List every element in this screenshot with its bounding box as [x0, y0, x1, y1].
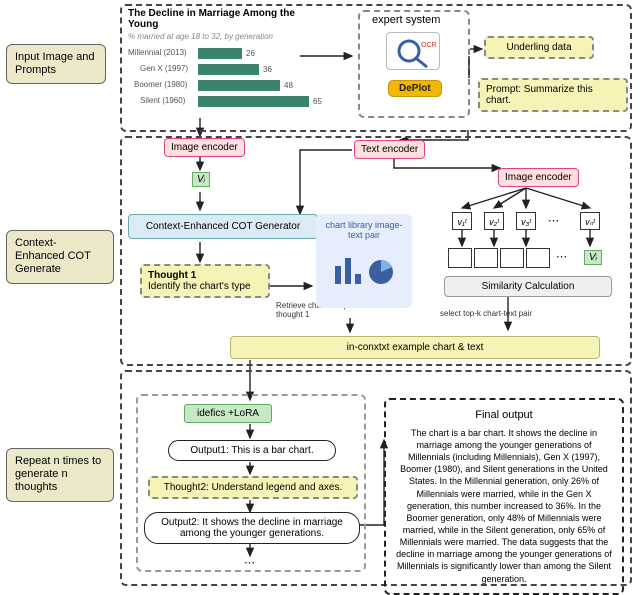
vt-2: v₂ᵗ	[484, 212, 504, 230]
cot-generator: Context-Enhanced COT Generator	[128, 214, 318, 239]
pipeline-ellipsis: ⋯	[244, 556, 255, 569]
bar-2	[198, 80, 280, 91]
vt-ellipsis: ⋯	[548, 214, 559, 227]
bar-0	[198, 48, 242, 59]
bar-val-0: 26	[246, 49, 255, 58]
stage-3-label: Repeat n times to generate n thoughts	[6, 448, 114, 502]
deplot-badge: DePlot	[388, 80, 442, 97]
image-encoder-1: Image encoder	[164, 138, 245, 157]
thought-1-text: Identify the chart's type	[148, 281, 251, 292]
output-2: Output2: It shows the decline in marriag…	[144, 512, 360, 544]
chart-subtitle: % married at age 18 to 32, by generation	[128, 32, 273, 41]
emb-slot-2	[474, 248, 498, 268]
bar-val-2: 48	[284, 81, 293, 90]
underling-data-box: Underling data	[484, 36, 594, 59]
bar-cat-1: Gen X (1997)	[140, 64, 188, 73]
prompt-box: Prompt: Summarize this chart.	[478, 78, 628, 112]
final-output-box: Final output The chart is a bar chart. I…	[384, 398, 624, 595]
image-encoder-2: Image encoder	[498, 168, 579, 187]
bar-1	[198, 64, 259, 75]
vt-3: v₃ᵗ	[516, 212, 536, 230]
ocr-icon: OCR	[386, 32, 440, 70]
output-1: Output1: This is a bar chart.	[168, 440, 336, 461]
emb-slot-1	[448, 248, 472, 268]
emb-slot-3	[500, 248, 524, 268]
chart-library-box: chart library image-text pair	[316, 214, 412, 308]
emb-slot-4	[526, 248, 550, 268]
bar-val-3: 65	[313, 97, 322, 106]
bar-cat-2: Boomer (1980)	[134, 80, 187, 89]
emb-ellipsis: ⋯	[556, 250, 567, 263]
bar-cat-3: Silent (1960)	[140, 96, 185, 105]
select-topk-note: select top-k chart-text pair	[440, 310, 532, 319]
text-encoder: Text encoder	[354, 140, 425, 159]
svg-text:OCR: OCR	[421, 42, 437, 49]
similarity-calculation: Similarity Calculation	[444, 276, 612, 297]
chart-library-label: chart library image-text pair	[325, 220, 402, 240]
chart-title: The Decline in Marriage Among the Young	[128, 8, 308, 30]
thought-2-box: Thought2: Understand legend and axes.	[148, 476, 358, 499]
vt-1: v₁ᵗ	[452, 212, 472, 230]
expert-system-title: expert system	[372, 14, 440, 26]
bar-3	[198, 96, 309, 107]
final-output-title: Final output	[396, 408, 612, 423]
thought-1-label: Thought 1	[148, 270, 196, 281]
thought-1-box: Thought 1 Identify the chart's type	[140, 264, 270, 298]
final-output-body: The chart is a bar chart. It shows the d…	[396, 427, 612, 585]
idefics-lora: idefics +LoRA	[184, 404, 272, 423]
vi-token-1: Vᵢ	[192, 172, 210, 187]
stage-1-label: Input Image and Prompts	[6, 44, 106, 84]
bar-val-1: 36	[263, 65, 272, 74]
vt-n: vₙᵗ	[580, 212, 600, 230]
bar-cat-0: Millennial (2013)	[128, 48, 187, 57]
incontext-example-box: in-conxtxt example chart & text	[230, 336, 600, 359]
vi-token-2: Vᵢ	[584, 250, 602, 265]
stage-2-label: Context-Enhanced COT Generate	[6, 230, 114, 284]
